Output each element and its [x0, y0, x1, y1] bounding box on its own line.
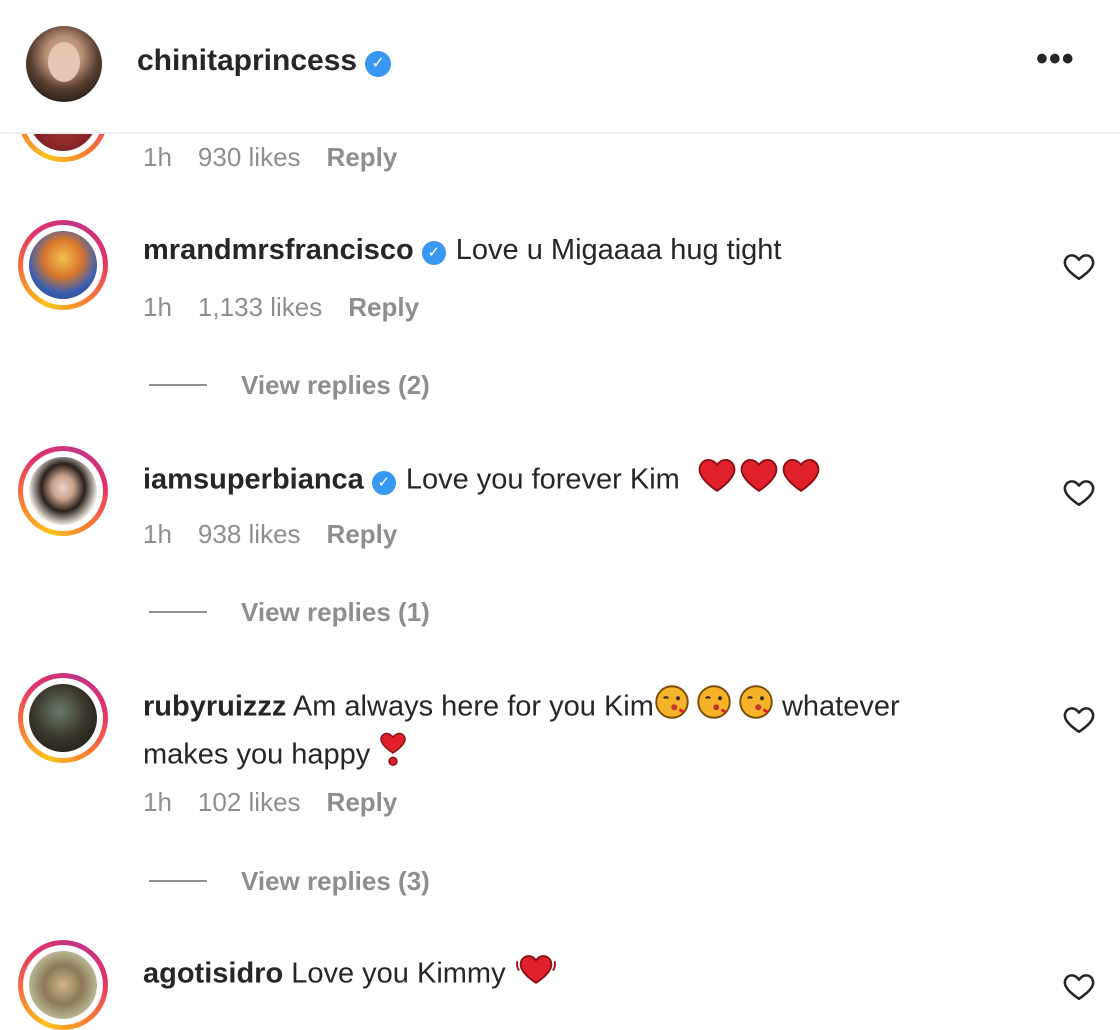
beating-heart-emoji-icon [515, 952, 556, 998]
comment-likes[interactable]: 938 likes [198, 519, 301, 549]
red-heart-emoji-icon [782, 457, 820, 505]
reply-button[interactable]: Reply [348, 292, 419, 322]
comment-avatar[interactable] [18, 940, 108, 1030]
like-heart-icon[interactable] [1062, 249, 1096, 283]
comment-likes[interactable]: 102 likes [198, 787, 301, 817]
comment-body: agotisidro Love you Kimmy [143, 952, 1043, 998]
comment-message-line2: makes you happy [143, 738, 371, 771]
author-avatar[interactable] [26, 26, 102, 102]
replies-divider [149, 880, 207, 882]
comment-body: iamsuperbianca ✓ Love you forever Kim [143, 457, 1043, 505]
comment-message: Love you forever Kim [405, 463, 680, 496]
comment-message-cont: whatever [781, 690, 900, 723]
comment-avatar[interactable] [18, 220, 108, 310]
verified-badge-icon: ✓ [371, 470, 396, 495]
view-replies-button[interactable]: View replies (3) [149, 866, 430, 897]
comment-likes[interactable]: 930 likes [198, 142, 301, 172]
reply-button[interactable]: Reply [327, 787, 398, 817]
comment-message: Love you Kimmy [291, 957, 506, 990]
heart-exclamation-emoji-icon [378, 732, 408, 780]
view-replies-label: View replies (3) [241, 866, 430, 896]
verified-badge-icon: ✓ [421, 241, 446, 265]
comment-username[interactable]: rubyruizzz [143, 691, 286, 723]
kissing-face-emoji-icon [696, 684, 732, 732]
replies-divider [149, 384, 207, 386]
comment-meta: 1h 102 likes Reply [143, 787, 423, 818]
comment-meta: 1h 938 likes Reply [143, 519, 423, 550]
comment-username[interactable]: agotisidro [143, 958, 283, 990]
comment-time: 1h [143, 142, 172, 172]
more-options-icon[interactable]: ••• [1036, 40, 1075, 79]
replies-divider [149, 611, 207, 613]
comment-time: 1h [143, 292, 172, 322]
comment-likes[interactable]: 1,133 likes [198, 292, 322, 322]
view-replies-button[interactable]: View replies (2) [149, 370, 430, 401]
like-heart-icon[interactable] [1062, 475, 1096, 509]
post-header: chinitaprincess ✓ ••• [0, 0, 1120, 134]
red-heart-emoji-icon [698, 457, 736, 505]
comment-username[interactable]: mrandmrsfrancisco [143, 234, 414, 266]
view-replies-button[interactable]: View replies (1) [149, 597, 430, 628]
comment-meta: 1h 1,133 likes Reply [143, 292, 445, 323]
red-heart-emoji-icon [740, 457, 778, 505]
like-heart-icon[interactable] [1062, 702, 1096, 736]
verified-badge-icon: ✓ [365, 51, 392, 77]
kissing-face-emoji-icon [654, 684, 690, 732]
comment-time: 1h [143, 787, 172, 817]
author-username-label: chinitaprincess [137, 44, 358, 77]
reply-button[interactable]: Reply [327, 142, 398, 172]
comment-body: mrandmrsfrancisco ✓ Love u Migaaaa hug tig… [143, 229, 1043, 271]
view-replies-label: View replies (1) [241, 597, 430, 627]
comment-meta: 1h 930 likes Reply [143, 142, 423, 173]
comment-time: 1h [143, 519, 172, 549]
kissing-face-emoji-icon [738, 684, 774, 732]
comment-username[interactable]: iamsuperbianca [143, 464, 364, 496]
comment-avatar[interactable] [18, 673, 108, 763]
comment-message: Am always here for you Kim [292, 690, 654, 723]
view-replies-label: View replies (2) [241, 370, 430, 400]
author-username[interactable]: chinitaprincess ✓ [137, 44, 392, 78]
comment-body: rubyruizzz Am always here for you Kim wh… [143, 684, 1043, 780]
like-heart-icon[interactable] [1062, 969, 1096, 1003]
comment-message: Love u Migaaaa hug tight [455, 234, 782, 266]
reply-button[interactable]: Reply [327, 519, 398, 549]
comment-avatar[interactable] [18, 446, 108, 536]
